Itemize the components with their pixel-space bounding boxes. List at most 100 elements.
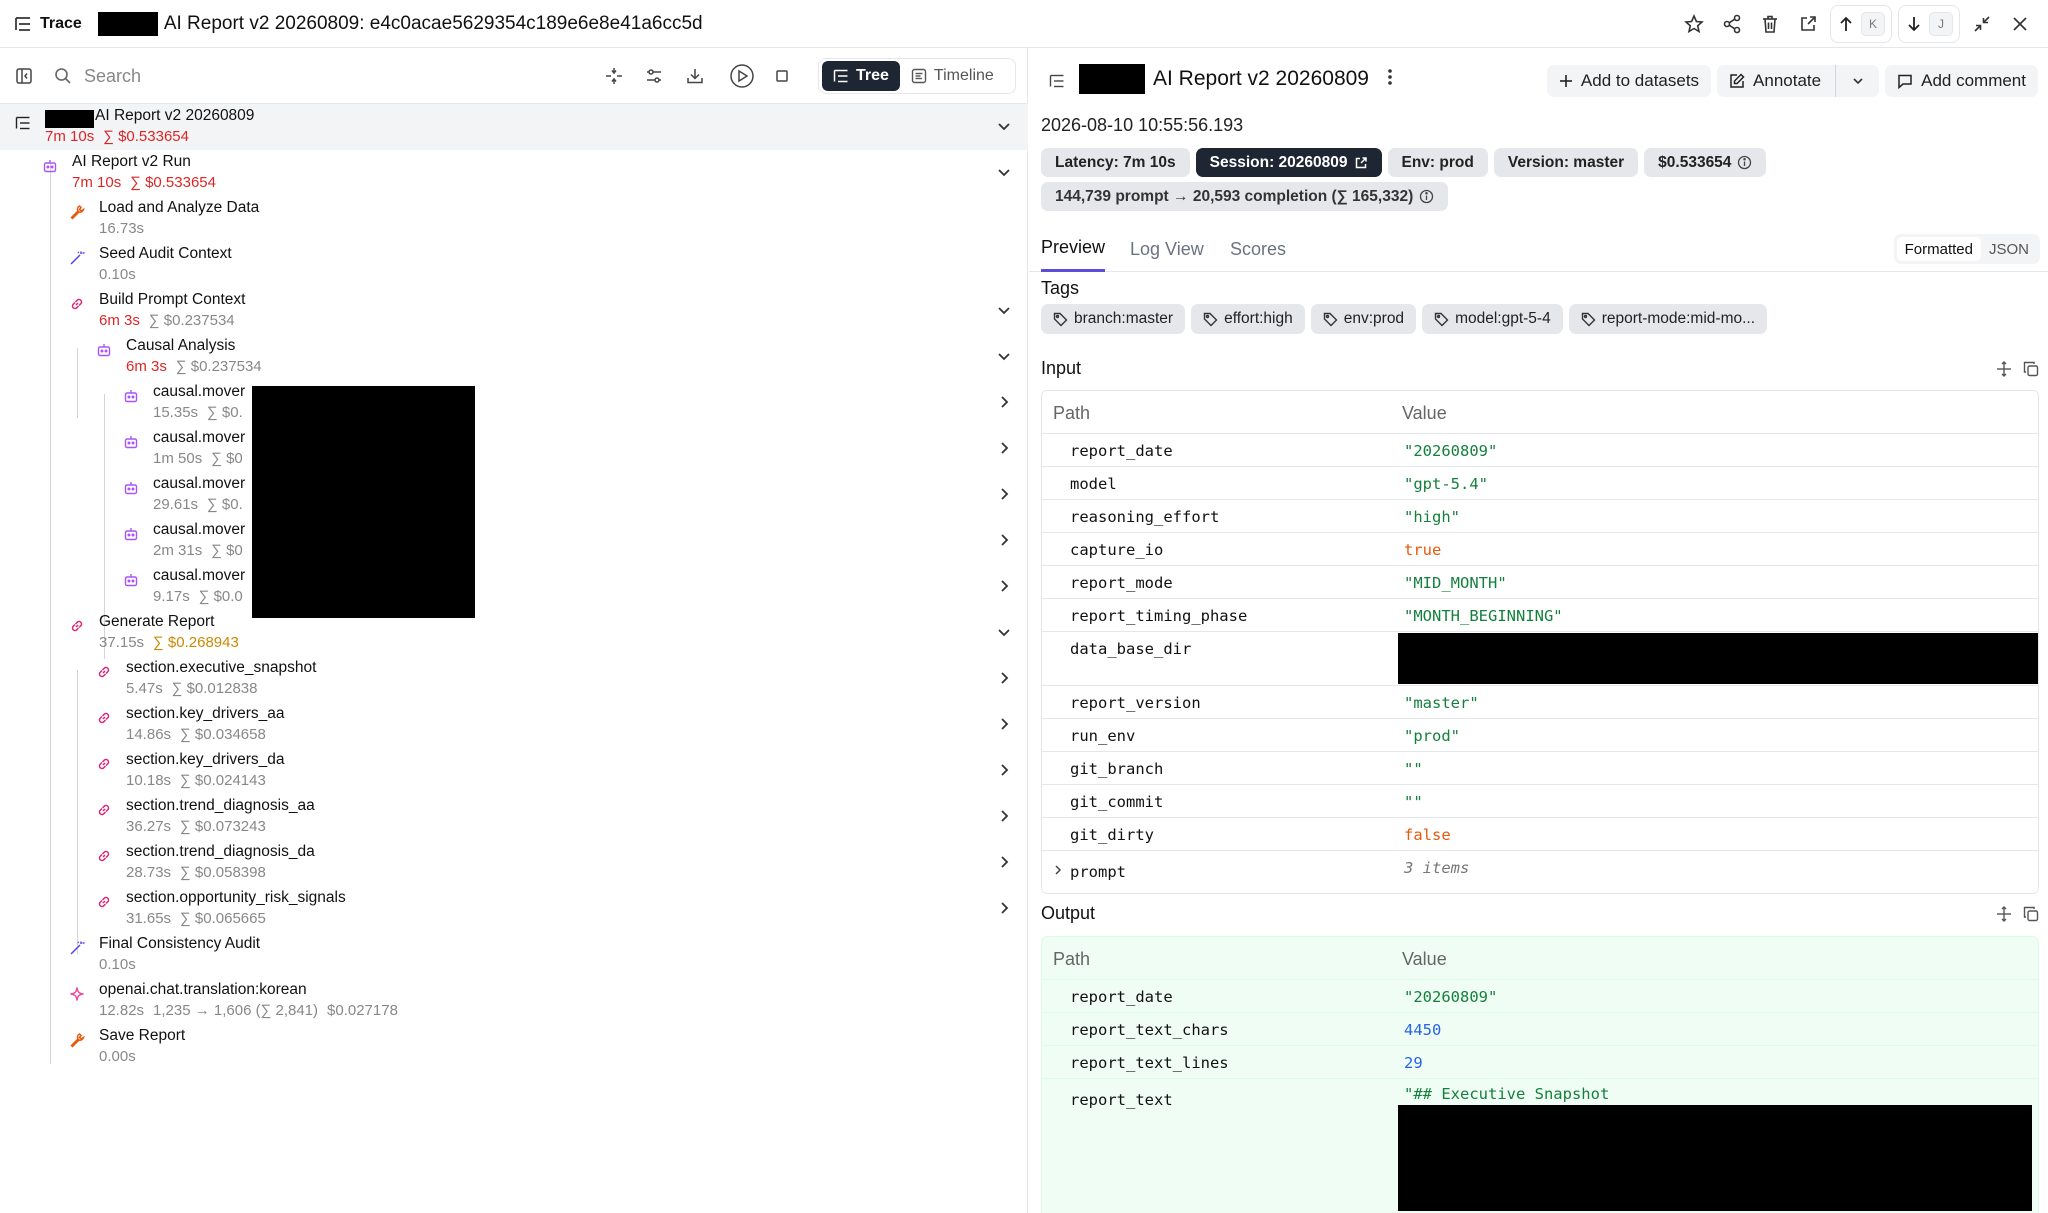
annotate-button[interactable]: Annotate [1717, 65, 1880, 97]
add-to-datasets-button[interactable]: Add to datasets [1546, 65, 1712, 97]
copy-icon[interactable] [2020, 358, 2042, 380]
tree-node[interactable]: Seed Audit Context 0.10s [0, 242, 1028, 288]
tree-node[interactable]: section.opportunity_risk_signals 31.65s ∑… [0, 886, 1028, 932]
table-row[interactable]: report_text_chars 4450 [1042, 1013, 2038, 1046]
annotate-dropdown[interactable] [1835, 65, 1879, 97]
chevron-down-icon[interactable] [994, 300, 1014, 320]
table-row[interactable]: report_date "20260809" [1042, 980, 2038, 1013]
add-comment-button[interactable]: Add comment [1885, 65, 2038, 97]
search-input[interactable] [84, 65, 564, 87]
filter-sliders-icon[interactable] [638, 60, 670, 92]
expand-icon[interactable] [1993, 358, 2015, 380]
external-link-icon[interactable] [1792, 8, 1824, 40]
tree-node[interactable]: Final Consistency Audit 0.10s [0, 932, 1028, 978]
table-row[interactable]: git_dirty false [1042, 818, 2038, 851]
play-icon[interactable] [726, 60, 758, 92]
tab-scores[interactable]: Scores [1230, 226, 1286, 272]
sidebar-toggle-icon[interactable] [8, 60, 40, 92]
tree-node[interactable]: Generate Report 37.15s ∑ $0.268943 [0, 610, 1028, 656]
tree-node[interactable]: causal.mover 2m 31s ∑ $0 [0, 518, 1028, 564]
info-icon[interactable] [1737, 155, 1752, 170]
table-row[interactable]: report_text "## Executive Snapshot [1042, 1079, 2038, 1213]
table-row[interactable]: report_timing_phase "MONTH_BEGINNING" [1042, 599, 2038, 632]
chevron-right-icon[interactable] [994, 852, 1014, 872]
table-row[interactable]: report_date "20260809" [1042, 434, 2038, 467]
tree-node[interactable]: AI Report v2 20260809 7m 10s ∑ $0.533654 [0, 104, 1028, 150]
format-formatted[interactable]: Formatted [1896, 237, 1981, 261]
format-json[interactable]: JSON [1981, 237, 2037, 261]
tree-node[interactable]: section.trend_diagnosis_da 28.73s ∑ $0.05… [0, 840, 1028, 886]
tab-timeline-view[interactable]: Timeline [900, 61, 1005, 91]
tree-node[interactable]: section.key_drivers_aa 14.86s ∑ $0.034658 [0, 702, 1028, 748]
tree-node[interactable]: openai.chat.translation:korean 12.82s 1,2… [0, 978, 1028, 1024]
table-row[interactable]: model "gpt-5.4" [1042, 467, 2038, 500]
tags-list: branch:master effort:high env:prod model… [1041, 304, 1768, 334]
chevron-right-icon[interactable] [994, 484, 1014, 504]
arrow-down-icon[interactable] [1905, 15, 1923, 33]
tree-node[interactable]: causal.mover 29.61s ∑ $0. [0, 472, 1028, 518]
chevron-right-icon[interactable] [994, 898, 1014, 918]
chevron-right-icon[interactable] [994, 760, 1014, 780]
table-row[interactable]: git_branch "" [1042, 752, 2038, 785]
table-row[interactable]: reasoning_effort "high" [1042, 500, 2038, 533]
tag-chip[interactable]: env:prod [1310, 304, 1417, 334]
tree-node[interactable]: causal.mover 15.35s ∑ $0. [0, 380, 1028, 426]
search-box[interactable] [54, 60, 574, 92]
tag-chip[interactable]: report-mode:mid-mo... [1568, 304, 1768, 334]
table-row[interactable]: report_mode "MID_MONTH" [1042, 566, 2038, 599]
collapse-icon[interactable] [1966, 8, 1998, 40]
trash-icon[interactable] [1754, 8, 1786, 40]
table-row-expandable[interactable]: prompt 3 items [1042, 851, 2038, 893]
share-icon[interactable] [1716, 8, 1748, 40]
tree-node[interactable]: causal.mover 9.17s ∑ $0.0 [0, 564, 1028, 610]
chevron-right-icon[interactable] [994, 714, 1014, 734]
chevron-right-icon[interactable] [994, 576, 1014, 596]
chevron-right-icon[interactable] [994, 806, 1014, 826]
table-row[interactable]: run_env "prod" [1042, 719, 2038, 752]
tree-node[interactable]: Causal Analysis 6m 3s ∑ $0.237534 [0, 334, 1028, 380]
star-icon[interactable] [1678, 8, 1710, 40]
expand-icon[interactable] [1993, 903, 2015, 925]
next-trace-nav[interactable]: J [1898, 5, 1960, 43]
tab-log-view[interactable]: Log View [1130, 226, 1204, 272]
tree-node[interactable]: causal.mover 1m 50s ∑ $0 [0, 426, 1028, 472]
tree-node[interactable]: Save Report 0.00s [0, 1024, 1028, 1070]
tab-preview[interactable]: Preview [1041, 226, 1106, 272]
chevron-down-icon[interactable] [994, 162, 1014, 182]
copy-icon[interactable] [2020, 903, 2042, 925]
tree-node[interactable]: section.trend_diagnosis_aa 36.27s ∑ $0.07… [0, 794, 1028, 840]
table-row[interactable]: data_base_dir [1042, 632, 2038, 686]
arrow-up-icon[interactable] [1837, 15, 1855, 33]
close-icon[interactable] [2004, 8, 2036, 40]
chevron-right-icon[interactable] [994, 392, 1014, 412]
table-row[interactable]: report_version "master" [1042, 686, 2038, 719]
table-row[interactable]: capture_io true [1042, 533, 2038, 566]
tree-node[interactable]: section.key_drivers_da 10.18s ∑ $0.024143 [0, 748, 1028, 794]
chevron-down-icon[interactable] [994, 116, 1014, 136]
tag-chip[interactable]: effort:high [1191, 304, 1305, 334]
chevron-right-icon[interactable] [994, 668, 1014, 688]
chevron-right-icon[interactable] [1052, 863, 1064, 881]
chevron-down-icon[interactable] [994, 622, 1014, 642]
tree-node[interactable]: AI Report v2 Run 7m 10s ∑ $0.533654 [0, 150, 1028, 196]
session-badge[interactable]: Session: 20260809 [1195, 148, 1382, 177]
tag-chip[interactable]: branch:master [1041, 304, 1186, 334]
tab-tree-view[interactable]: Tree [822, 61, 900, 91]
chevron-right-icon[interactable] [994, 438, 1014, 458]
version-badge: Version: master [1493, 148, 1639, 177]
tree-node[interactable]: Load and Analyze Data 16.73s [0, 196, 1028, 242]
info-icon[interactable] [1419, 189, 1434, 204]
table-row[interactable]: report_text_lines 29 [1042, 1046, 2038, 1079]
node-cost: ∑ $0.065665 [180, 910, 266, 927]
tree-node[interactable]: section.executive_snapshot 5.47s ∑ $0.012… [0, 656, 1028, 702]
chevron-down-icon[interactable] [994, 346, 1014, 366]
stop-icon[interactable] [766, 60, 798, 92]
download-icon[interactable] [679, 60, 711, 92]
prev-trace-nav[interactable]: K [1830, 5, 1892, 43]
chevron-right-icon[interactable] [994, 530, 1014, 550]
focus-icon[interactable] [598, 60, 630, 92]
tree-node[interactable]: Build Prompt Context 6m 3s ∑ $0.237534 [0, 288, 1028, 334]
more-vertical-icon[interactable] [1387, 67, 1393, 92]
tag-chip[interactable]: model:gpt-5-4 [1422, 304, 1563, 334]
table-row[interactable]: git_commit "" [1042, 785, 2038, 818]
